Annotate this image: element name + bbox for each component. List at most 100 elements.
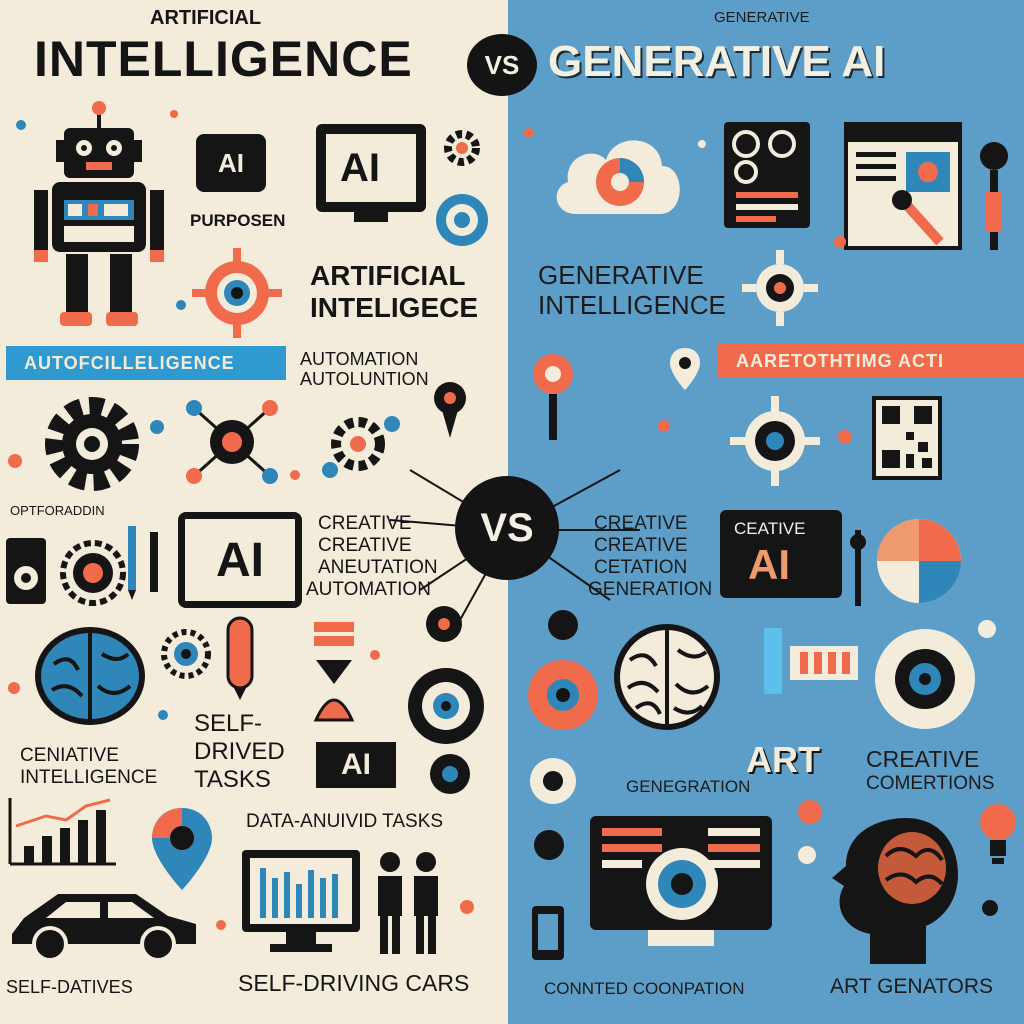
ai-speech-bubble: AI (178, 512, 302, 608)
small-lens-icon (428, 752, 472, 796)
people-icon (370, 850, 446, 956)
decor-dot (798, 846, 816, 864)
decor-dot (170, 110, 178, 118)
car-icon (6, 884, 202, 960)
r-bottom-left-label: CONNTED COONPATION (544, 979, 745, 998)
eye-target-icon (406, 666, 486, 746)
left-header-title: INTELLIGENCE (34, 31, 413, 87)
ceniative-line2: INTELLIGENCE (20, 767, 158, 788)
ai-badge: AI (196, 134, 266, 192)
tablet-icon (530, 904, 566, 962)
big-gear-icon (40, 392, 144, 496)
decor-dot (176, 300, 186, 310)
generation-label: GENEGRATION (626, 777, 751, 796)
decor-dot (8, 454, 22, 468)
monitor-ai-text: AI (340, 146, 380, 190)
decor-dot (834, 236, 846, 248)
target-icon (434, 192, 490, 248)
gen-intel-line2: INTELLIGENCE (538, 290, 726, 320)
orange-ring-icon (526, 658, 600, 732)
creative-monitor-icon (588, 814, 774, 954)
flower-lens-icon (872, 626, 978, 732)
dashboard-monitor-icon (240, 848, 362, 958)
creative-gen-line1: CREATIVE (866, 746, 980, 772)
creative-ai-small: CEATIVE (734, 519, 806, 538)
pin-orb-icon (530, 352, 576, 442)
location-icon (150, 806, 214, 892)
right-header-small: GENERATIVE (714, 9, 810, 26)
brain-icon-2 (612, 622, 722, 732)
document-icon (844, 122, 962, 254)
right-header-title: GENERATIVE AI (548, 37, 886, 86)
decor-dot (798, 800, 822, 824)
right-banner: AARETOTHTIMG ACTI (718, 344, 1024, 378)
decor-dot (524, 128, 534, 138)
decor-dot (370, 650, 380, 660)
robot-icon (34, 100, 164, 330)
bar-chart-icon (6, 796, 118, 868)
creative-gen-line2: COMERTIONS (866, 773, 995, 794)
column-icon (762, 626, 784, 696)
hourglass-icon (312, 620, 356, 724)
creative-ai-badge: CEATIVE AI (720, 510, 842, 598)
sun-lens-icon (742, 250, 818, 326)
bottom-left-label: SELF-DATIVES (6, 977, 133, 997)
data-tasks-label: DATA-ANUIVID TASKS (246, 811, 444, 832)
slider-icon (848, 528, 868, 608)
decor-dot (216, 920, 226, 930)
thinking-head-icon (830, 816, 960, 966)
r-bottom-right-label: ART GENATORS (830, 975, 993, 998)
decor-dot (16, 120, 26, 130)
decor-dot (978, 620, 996, 638)
decor-dot (8, 682, 20, 694)
decor-dot (534, 830, 564, 860)
decor-dot (982, 900, 998, 916)
lens-icon-2 (528, 756, 578, 806)
capsule-icon (226, 616, 254, 702)
pen-tool-icon (974, 132, 1014, 272)
sun-gear-icon-2 (730, 396, 820, 486)
artificial-title-line1: ARTIFICIAL (310, 260, 466, 291)
spark-gear-icon (158, 626, 214, 682)
left-banner: AUTOFCILLELIGENCE (6, 346, 286, 380)
qr-code-icon (872, 396, 942, 480)
bars-icon (790, 646, 858, 680)
left-header-small: ARTIFICIAL (150, 7, 262, 29)
cloud-chart-icon (548, 126, 688, 222)
ai-small-badge: AI (316, 742, 396, 788)
speaker-icon (4, 536, 48, 606)
lightbulb-icon (978, 800, 1018, 870)
decor-dot (698, 140, 706, 148)
decor-dot (460, 900, 474, 914)
bottom-right-label: SELF-DRIVING CARS (238, 970, 470, 996)
brain-icon (34, 624, 146, 728)
center-vs-badge: VS (455, 476, 559, 580)
network-node-icon (184, 394, 280, 490)
pencil-icon (124, 522, 164, 602)
self-line2: DRIVED (194, 738, 285, 765)
decor-dot (658, 420, 670, 432)
gen-intel-line1: GENERATIVE (538, 260, 704, 290)
map-pin-icon (668, 346, 702, 392)
gear-icon (440, 126, 484, 170)
purpose-label: PURPOSEN (190, 211, 286, 230)
art-label: ART (746, 739, 820, 780)
decor-dot (158, 710, 168, 720)
pie-chart-icon (874, 516, 964, 606)
creative-ai-big: AI (748, 541, 790, 588)
self-line3: TASKS (194, 766, 271, 793)
artificial-title-line2: INTELIGECE (310, 292, 479, 323)
decor-dot (150, 420, 164, 434)
decor-dot (838, 430, 852, 444)
automation-line2: AUTOLUNTION (300, 369, 429, 389)
control-panel-icon (722, 120, 812, 230)
decor-dot (290, 470, 300, 480)
camera-lens-icon (60, 540, 126, 606)
automation-line1: AUTOMATION (300, 349, 419, 369)
sun-gear-icon (192, 248, 282, 338)
foraddin-label: OPTFORADDIN (10, 503, 105, 518)
pin-icon (430, 380, 470, 440)
self-line1: SELF- (194, 710, 263, 737)
ceniative-line1: CENIATIVE (20, 745, 119, 766)
header-vs-badge: VS (467, 34, 537, 96)
